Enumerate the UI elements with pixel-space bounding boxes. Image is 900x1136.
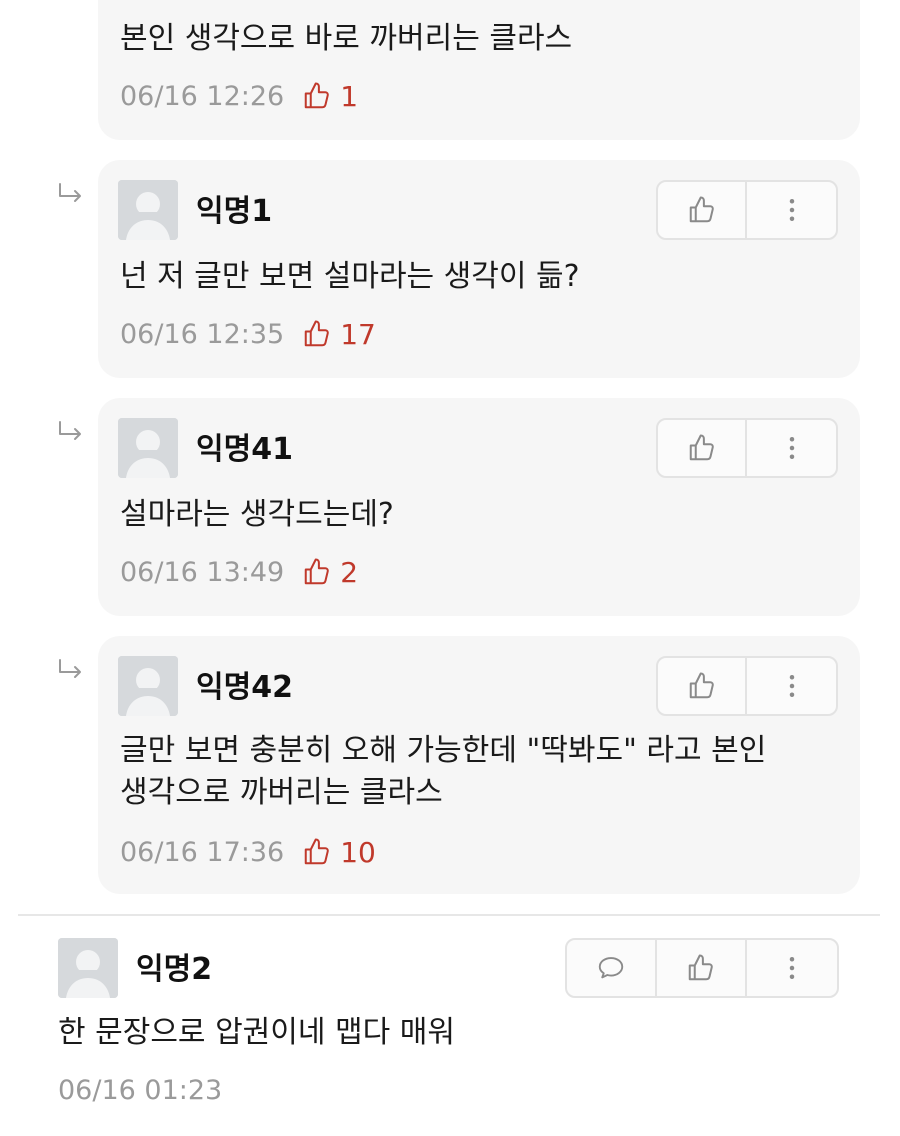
comment-time: 06/16 12:26 bbox=[120, 80, 285, 112]
speech-bubble-icon bbox=[596, 953, 626, 983]
thumbs-up-icon bbox=[302, 81, 332, 111]
reply-arrow-icon bbox=[56, 182, 86, 206]
anonymous-avatar-icon bbox=[118, 418, 178, 478]
like-indicator: 17 bbox=[302, 318, 376, 351]
more-vertical-icon bbox=[777, 195, 807, 225]
thumbs-up-icon bbox=[302, 319, 332, 349]
reply-button[interactable] bbox=[567, 940, 657, 996]
comment-text-line: 본인 생각으로 바로 까버리는 클라스 bbox=[120, 21, 573, 56]
like-button[interactable] bbox=[658, 182, 748, 238]
anonymous-avatar-icon bbox=[118, 656, 178, 716]
comment-time: 06/16 13:49 bbox=[120, 556, 285, 588]
comment-divider bbox=[18, 914, 880, 916]
like-indicator: 10 bbox=[302, 836, 376, 869]
action-group bbox=[656, 180, 838, 240]
more-button[interactable] bbox=[747, 658, 836, 714]
comment-text-line: 한 문장으로 압권이네 맵다 매워 bbox=[58, 1015, 455, 1050]
more-vertical-icon bbox=[777, 433, 807, 463]
more-vertical-icon bbox=[777, 671, 807, 701]
reply-card: 익명41 설마라는 생각드는데? 06/16 13:49 2 bbox=[98, 398, 860, 616]
comment-meta: 06/16 17:36 10 bbox=[120, 834, 376, 870]
reply-card: 본인 생각으로 바로 까버리는 클라스 06/16 12:26 1 bbox=[98, 0, 860, 140]
like-count: 10 bbox=[340, 835, 376, 869]
thumbs-up-icon bbox=[302, 557, 332, 587]
comment-time: 06/16 01:23 bbox=[58, 1074, 223, 1106]
avatar bbox=[118, 656, 178, 716]
thumbs-up-icon bbox=[302, 837, 332, 867]
thumbs-up-icon bbox=[687, 433, 717, 463]
thumbs-up-icon bbox=[686, 953, 716, 983]
like-indicator: 2 bbox=[302, 556, 358, 589]
like-button[interactable] bbox=[658, 658, 748, 714]
reply-card: 익명42 글만 보면 충분히 오해 가능한데 "딱봐도" 라고 본인 생각으로 … bbox=[98, 636, 860, 894]
thumbs-up-icon bbox=[687, 671, 717, 701]
comment-text-line: 넌 저 글만 보면 설마라는 생각이 듦? bbox=[120, 259, 580, 294]
like-count: 1 bbox=[340, 79, 359, 113]
comment-time: 06/16 17:36 bbox=[120, 836, 285, 868]
more-button[interactable] bbox=[747, 420, 836, 476]
comment-meta: 06/16 13:49 2 bbox=[120, 554, 358, 590]
avatar bbox=[118, 418, 178, 478]
nickname[interactable]: 익명42 bbox=[196, 670, 293, 706]
comment-meta: 06/16 12:35 17 bbox=[120, 316, 376, 352]
action-group bbox=[656, 418, 838, 478]
nickname[interactable]: 익명1 bbox=[196, 194, 272, 230]
reply-arrow-icon bbox=[56, 420, 86, 444]
reply-card: 익명1 넌 저 글만 보면 설마라는 생각이 듦? 06/16 12:35 17 bbox=[98, 160, 860, 378]
action-group bbox=[565, 938, 839, 998]
like-count: 2 bbox=[340, 555, 359, 589]
thumbs-up-icon bbox=[687, 195, 717, 225]
comment-text-line: 글만 보면 충분히 오해 가능한데 "딱봐도" 라고 본인 bbox=[120, 733, 767, 768]
like-button[interactable] bbox=[657, 940, 747, 996]
more-button[interactable] bbox=[747, 182, 836, 238]
comment-text-line: 생각으로 까버리는 클라스 bbox=[120, 775, 443, 810]
comment-meta: 06/16 01:23 bbox=[58, 1072, 222, 1108]
more-vertical-icon bbox=[777, 953, 807, 983]
nickname[interactable]: 익명2 bbox=[136, 952, 212, 988]
like-button[interactable] bbox=[658, 420, 748, 476]
comment-meta: 06/16 12:26 1 bbox=[120, 78, 358, 114]
nickname[interactable]: 익명41 bbox=[196, 432, 293, 468]
avatar bbox=[58, 938, 118, 998]
avatar bbox=[118, 180, 178, 240]
more-button[interactable] bbox=[747, 940, 837, 996]
anonymous-avatar-icon bbox=[118, 180, 178, 240]
anonymous-avatar-icon bbox=[58, 938, 118, 998]
like-count: 17 bbox=[340, 317, 376, 351]
action-group bbox=[656, 656, 838, 716]
like-indicator: 1 bbox=[302, 80, 358, 113]
comment-time: 06/16 12:35 bbox=[120, 318, 285, 350]
comment-text-line: 설마라는 생각드는데? bbox=[120, 497, 394, 532]
reply-arrow-icon bbox=[56, 658, 86, 682]
